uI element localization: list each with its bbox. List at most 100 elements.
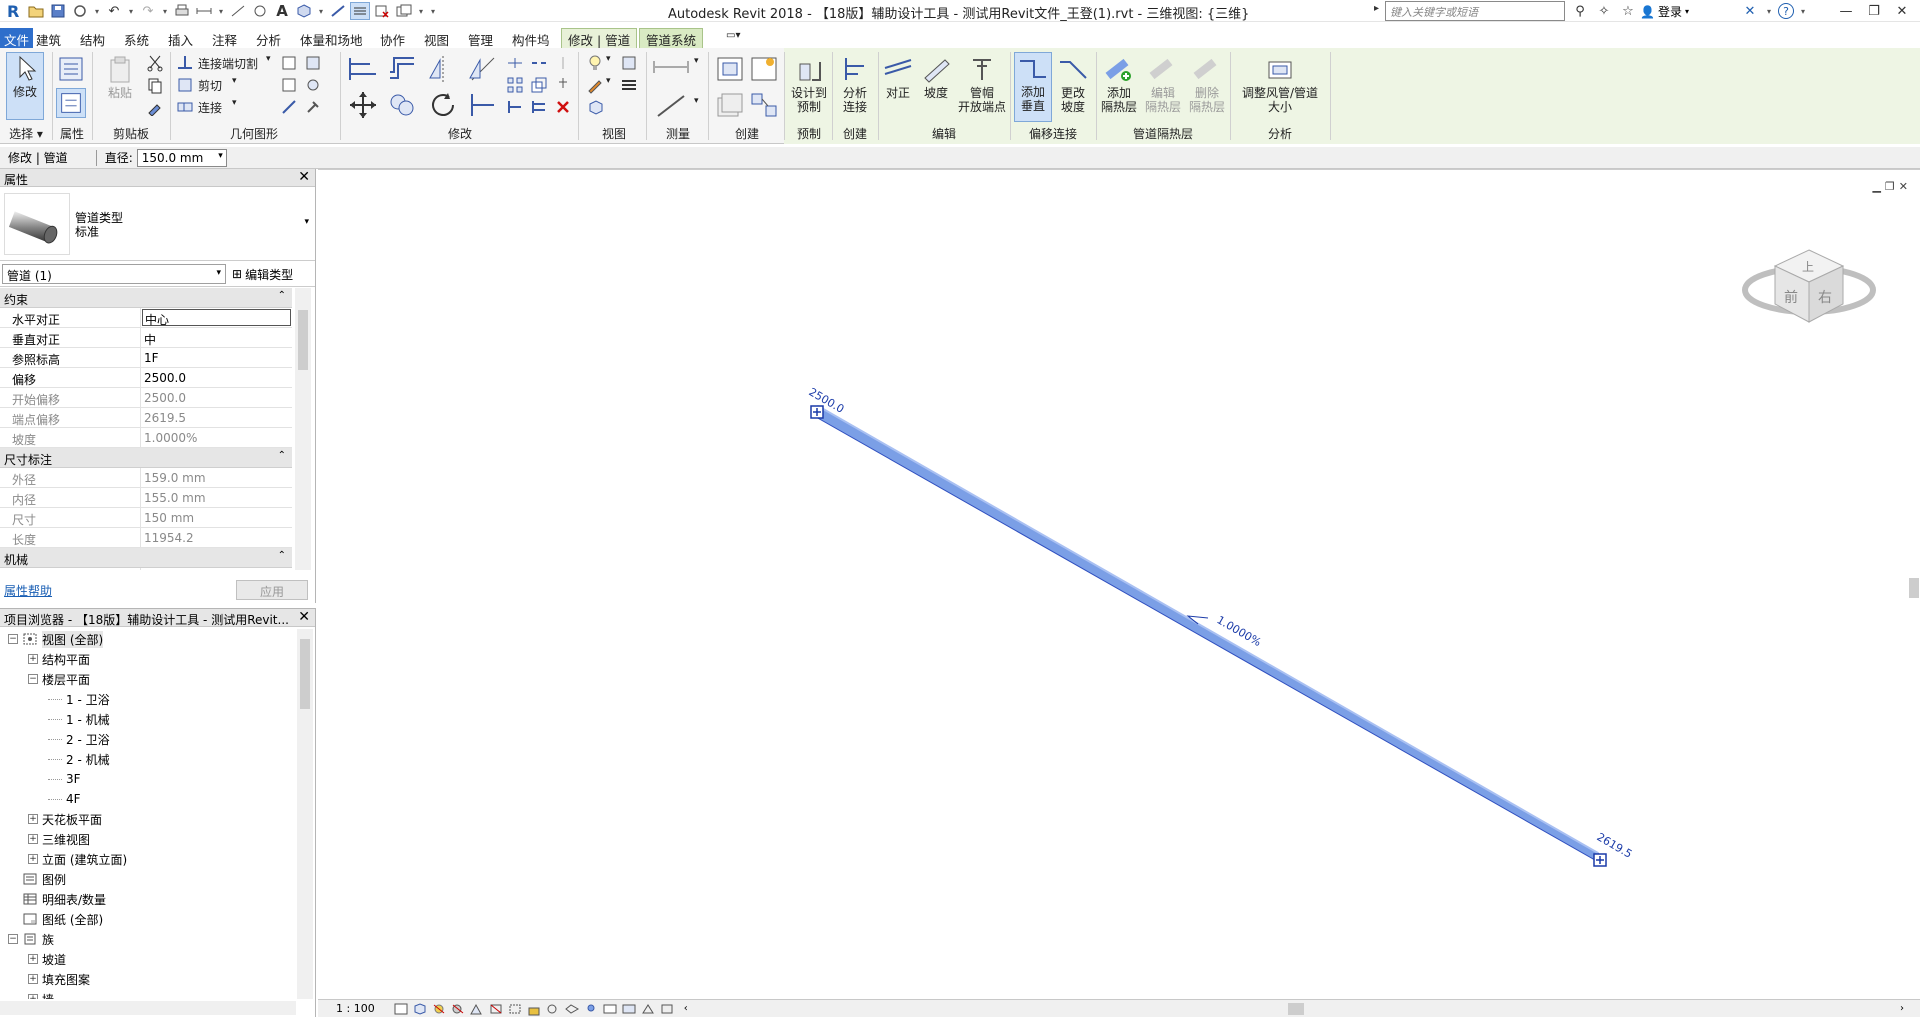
- section-icon[interactable]: [328, 2, 348, 20]
- tab-file[interactable]: 文件: [0, 28, 34, 48]
- cope-label[interactable]: 连接端切割: [198, 55, 258, 72]
- browser-node[interactable]: + 坡道: [0, 949, 296, 969]
- expand-plus-icon[interactable]: +: [28, 974, 38, 984]
- reveal-hidden-icon[interactable]: [564, 1002, 580, 1016]
- override-dropdown-icon[interactable]: ▾: [606, 76, 611, 86]
- cap-open-ends-button[interactable]: 管帽 开放端点: [956, 54, 1008, 114]
- collapse-chevron-icon[interactable]: ⌃: [278, 450, 286, 461]
- trim-single-icon[interactable]: [506, 98, 524, 116]
- join-geometry-label[interactable]: 连接: [198, 99, 222, 116]
- measure-icon[interactable]: [194, 2, 214, 20]
- property-value[interactable]: 中心: [142, 309, 291, 327]
- property-group-header[interactable]: 约束 ⌃: [0, 288, 292, 308]
- analytical-connections-button[interactable]: 分析 连接: [834, 54, 876, 114]
- split-gap-icon[interactable]: [530, 54, 548, 72]
- trim-multiple-icon[interactable]: [530, 98, 548, 116]
- unpin-icon[interactable]: [554, 54, 572, 72]
- aligned-dimension-icon[interactable]: [228, 2, 248, 20]
- type-selector[interactable]: 管道类型 标准 ▾: [0, 187, 315, 261]
- wall-joins-icon[interactable]: [280, 54, 298, 72]
- text-icon[interactable]: A: [272, 2, 292, 20]
- dimension-dropdown-icon[interactable]: ▾: [694, 96, 699, 106]
- tab-analyze[interactable]: 分析: [256, 28, 281, 48]
- browser-node[interactable]: − 视图 (全部): [0, 629, 296, 649]
- browser-node[interactable]: 1 - 卫浴: [0, 689, 296, 709]
- offset-icon[interactable]: [386, 54, 420, 84]
- create-parts-icon[interactable]: [748, 54, 780, 84]
- tab-architecture[interactable]: 建筑: [36, 28, 61, 48]
- analytical-model-icon[interactable]: [640, 1002, 656, 1016]
- rotate-icon[interactable]: [426, 90, 460, 120]
- hide-isolate-view-icon[interactable]: [545, 1002, 561, 1016]
- pipe-element[interactable]: [815, 405, 1603, 866]
- canvas-hscroll-left-icon[interactable]: ‹: [684, 1003, 688, 1014]
- browser-node[interactable]: 2 - 机械: [0, 749, 296, 769]
- browser-node[interactable]: − 族: [0, 929, 296, 949]
- detail-level-icon[interactable]: [393, 1002, 409, 1016]
- collapse-chevron-icon[interactable]: ⌃: [278, 290, 286, 301]
- property-row[interactable]: 偏移 2500.0: [0, 368, 292, 388]
- rendering-icon[interactable]: [469, 1002, 485, 1016]
- browser-node[interactable]: + 立面 (建筑立面): [0, 849, 296, 869]
- binoculars-icon[interactable]: ⚲: [1570, 2, 1590, 20]
- collapse-minus-icon[interactable]: −: [8, 934, 18, 944]
- browser-node[interactable]: − 楼层平面: [0, 669, 296, 689]
- tag-icon[interactable]: [250, 2, 270, 20]
- undo-dropdown-icon[interactable]: ▾: [126, 2, 136, 20]
- highlight-displacement-icon[interactable]: [659, 1002, 675, 1016]
- redo-dropdown-icon[interactable]: ▾: [160, 2, 170, 20]
- align-icon[interactable]: [346, 54, 380, 84]
- tab-systems[interactable]: 系统: [124, 28, 149, 48]
- browser-node[interactable]: 1 - 机械: [0, 709, 296, 729]
- sync-dropdown-icon[interactable]: ▾: [92, 2, 102, 20]
- split-face-icon[interactable]: [304, 54, 322, 72]
- search-input[interactable]: 键入关键字或短语: [1385, 1, 1565, 21]
- add-insulation-button[interactable]: 添加 隔热层: [1098, 54, 1140, 114]
- match-type-icon[interactable]: [146, 98, 164, 116]
- mirror-draw-icon[interactable]: [466, 54, 500, 84]
- view-minimize-icon[interactable]: ▁: [1872, 180, 1880, 193]
- save-icon[interactable]: [48, 2, 68, 20]
- cut-scissors-icon[interactable]: [146, 54, 164, 72]
- view-scale[interactable]: 1 : 100: [336, 1002, 375, 1015]
- browser-horizontal-scrollbar[interactable]: [0, 1001, 296, 1015]
- 3d-view-icon[interactable]: [294, 2, 314, 20]
- linework-icon[interactable]: [620, 76, 638, 94]
- cut-geometry-label[interactable]: 剪切: [198, 77, 222, 94]
- cope-icon[interactable]: [176, 54, 194, 72]
- hide-isolate-icon[interactable]: [620, 54, 638, 72]
- hammer-icon[interactable]: [304, 98, 322, 116]
- property-value[interactable]: 2500.0: [141, 368, 292, 387]
- tab-manage[interactable]: 管理: [468, 28, 493, 48]
- justify-button[interactable]: 对正: [880, 54, 916, 100]
- remove-insulation-button[interactable]: 删除 隔热层: [1186, 54, 1228, 114]
- create-similar-icon[interactable]: [748, 90, 780, 120]
- browser-scrollbar[interactable]: [297, 629, 313, 999]
- subscription-icon[interactable]: ✧: [1594, 2, 1614, 20]
- tab-collaborate[interactable]: 协作: [380, 28, 405, 48]
- viewcube-right-label[interactable]: 右: [1818, 290, 1832, 306]
- diameter-select[interactable]: 150.0 mm ▾: [136, 148, 227, 167]
- join-geometry-icon[interactable]: [176, 98, 194, 116]
- browser-node[interactable]: +墙: [0, 989, 296, 999]
- browser-node[interactable]: + 三维视图: [0, 829, 296, 849]
- paste-button[interactable]: 粘贴: [100, 54, 140, 100]
- close-icon[interactable]: ✕: [1888, 0, 1916, 22]
- properties-help-link[interactable]: 属性帮助: [4, 582, 52, 599]
- help-icon[interactable]: ?: [1778, 3, 1794, 19]
- tab-structure[interactable]: 结构: [80, 28, 105, 48]
- collapse-minus-icon[interactable]: −: [8, 634, 18, 644]
- minimize-icon[interactable]: —: [1832, 0, 1860, 22]
- favorites-star-icon[interactable]: ☆: [1618, 2, 1638, 20]
- property-row[interactable]: 参照标高 1F: [0, 348, 292, 368]
- mirror-axis-icon[interactable]: [426, 54, 460, 84]
- canvas-horizontal-scroll-thumb[interactable]: [1288, 1003, 1304, 1015]
- measure-distance-icon[interactable]: [652, 56, 692, 78]
- switch-dropdown-icon[interactable]: ▾: [416, 2, 426, 20]
- sun-path-icon[interactable]: [431, 1002, 447, 1016]
- browser-node[interactable]: 明细表/数量: [0, 889, 296, 909]
- pipe-start-grip-icon[interactable]: [810, 405, 824, 419]
- scale-icon[interactable]: [530, 76, 548, 94]
- crop-region-icon[interactable]: [507, 1002, 523, 1016]
- lightbulb-icon[interactable]: [586, 54, 604, 72]
